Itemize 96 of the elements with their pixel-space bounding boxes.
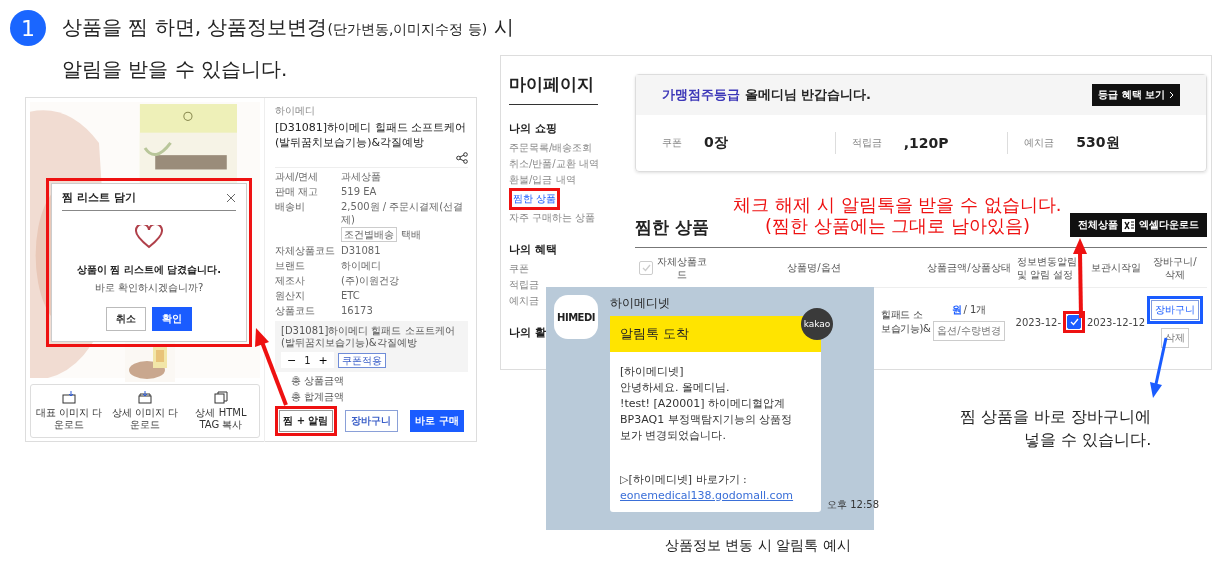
stat-value: 0장 — [704, 134, 728, 152]
info-label: 상품코드 — [275, 304, 316, 317]
share-icon[interactable] — [456, 152, 468, 164]
checkbox[interactable] — [639, 260, 653, 275]
stored-date: 2023-12-12 — [1085, 316, 1147, 328]
sidebar-item[interactable]: 취소/반품/교환 내역 — [509, 156, 599, 172]
info-value: ETC — [341, 289, 360, 302]
stat-label: 적립금 — [851, 136, 882, 150]
sidebar-item[interactable]: 쿠폰 — [509, 261, 529, 277]
section-heading: 나의 쇼핑 — [509, 121, 557, 136]
info-note: 택배 — [401, 228, 421, 241]
info-label: 판매 재고 — [275, 185, 320, 198]
message-line: ▷[하이메디넷] 바로가기 : — [620, 472, 748, 488]
product-title: [D31081]하이메디 힐패드 소프트케어(발뒤꿈치보습기능)&각질예방 — [275, 120, 468, 150]
info-value: 519 EA — [341, 185, 377, 198]
column-header: 상품명/옵션 — [786, 261, 842, 274]
download-button[interactable]: 대표 이미지 다운로드 — [31, 391, 107, 431]
info-value: 과세상품 — [341, 170, 381, 183]
message-line: !test! [A20001] 하이메디혈압계 — [620, 396, 787, 412]
total-label: 총 합계금액 — [291, 390, 346, 404]
welcome-message: 가맹점주등급 올메디님 반갑습니다. — [662, 86, 871, 104]
info-label: 브랜드 — [275, 259, 306, 272]
wishlist-heading: 찜한 상품 — [635, 216, 710, 239]
sidebar-item[interactable]: 자주 구매하는 상품 — [509, 210, 596, 226]
cart-button[interactable]: 장바구니 — [344, 410, 399, 432]
message-link[interactable]: eonemedical138.godomall.com — [620, 488, 811, 504]
info-label: 제조사 — [275, 274, 306, 287]
step-text: 상품을 찜 하면, 상품정보변경(단가변동,이미지수정 등) 시 — [62, 14, 514, 41]
mypage-title: 마이페이지 — [509, 72, 598, 105]
brand-name: 하이메디 — [275, 104, 316, 118]
add-to-cart-button[interactable]: 장바구니 — [1151, 300, 1199, 320]
info-value: 하이메디 — [341, 259, 381, 272]
message-line: 안녕하세요. 올메디님. — [620, 380, 731, 396]
grade-benefit-button[interactable]: 등급 혜택 보기 — [1092, 84, 1180, 106]
sender-name: 하이메디넷 — [610, 295, 671, 312]
sidebar-item[interactable]: 주문목록/배송조회 — [509, 140, 593, 156]
download-icon — [62, 391, 76, 404]
product-name: 힐패드 소 보습기능)& — [881, 308, 931, 336]
column-header: 보관시작일 — [1090, 261, 1142, 274]
download-button[interactable]: 상세 HTML TAG 복사 — [183, 391, 259, 431]
buy-now-button[interactable]: 바로 구매 — [410, 410, 464, 432]
spreadsheet-icon — [1122, 218, 1135, 232]
quantity: / 1개 — [963, 303, 987, 317]
chevron-icon — [1169, 91, 1174, 99]
message-line: BP3AQ1 부정맥탐지기능의 상품정 — [620, 412, 794, 428]
info-label: 과세/면세 — [275, 170, 320, 183]
message-line: [하이메디넷] — [620, 364, 685, 380]
message-time: 오후 12:58 — [827, 498, 879, 512]
stat-label: 예치금 — [1024, 136, 1055, 150]
info-value: 16173 — [341, 304, 373, 317]
quantity-stepper[interactable]: − 1 + — [281, 352, 334, 368]
coupon-button[interactable]: 쿠폰적용 — [337, 352, 386, 368]
arrow — [1150, 337, 1168, 398]
logo: HIMEDI — [557, 311, 595, 323]
changed-date: 2023-12- — [1015, 316, 1061, 328]
copy-icon — [214, 391, 228, 404]
price: 원 — [951, 303, 962, 317]
tip-text: 찜 상품을 바로 장바구니에 — [960, 406, 1152, 428]
info-label: 배송비 — [275, 200, 306, 214]
stat-label: 쿠폰 — [662, 136, 682, 150]
download-button[interactable]: 상세 이미지 다운로드 — [107, 391, 183, 431]
section-heading: 나의 활 — [509, 325, 546, 340]
stat-value: 530원 — [1076, 134, 1120, 152]
option-name: [D31081]하이메디 힐패드 소프트케어(발뒤꿈치보습기능)&각질예방 — [281, 325, 456, 349]
quantity-value: 1 — [304, 354, 311, 366]
plus-button[interactable]: + — [318, 353, 328, 367]
stat-value: ,120P — [903, 135, 949, 151]
step-text: 알림을 받을 수 있습니다. — [62, 56, 289, 83]
info-value: D31081 — [341, 244, 381, 257]
column-header: 자체상품코드 — [657, 254, 707, 281]
info-label: 원산지 — [275, 289, 306, 302]
total-label: 총 상품금액 — [291, 374, 346, 388]
notice-text: 체크 해제 시 알림톡을 받을 수 없습니다. (찜한 상품에는 그대로 남아있음) — [732, 194, 1063, 236]
message-line: 보가 변경되었습니다. — [620, 428, 727, 444]
option-change-button[interactable]: 옵션/수량변경 — [933, 321, 1005, 341]
info-value: 2,500원 / 주문시결제(선결제) — [341, 200, 465, 226]
column-header: 정보변동알림 및 알림 설정 — [1017, 254, 1078, 281]
download-icon — [138, 391, 152, 404]
delete-button[interactable]: 삭제 — [1161, 328, 1189, 348]
tip-text: 넣을 수 있습니다. — [1024, 429, 1152, 451]
sidebar-item[interactable]: 적립금 — [509, 277, 539, 293]
step-number: 1 — [10, 10, 46, 46]
sidebar-item[interactable]: 예치금 — [509, 293, 539, 309]
kakao-badge: kakao — [801, 308, 833, 340]
shipping-tag: 조건별배송 — [341, 227, 397, 242]
minus-button[interactable]: − — [287, 353, 297, 367]
sidebar-item[interactable]: 찜한 상품 — [513, 191, 557, 207]
caption: 상품정보 변동 시 알림톡 예시 — [665, 537, 851, 555]
sidebar-item[interactable]: 환불/입금 내역 — [509, 172, 576, 188]
column-header: 상품금액/상품상태 — [926, 261, 1012, 274]
wish-alert-button[interactable]: 찜 + 알림 — [279, 410, 333, 432]
excel-download-button[interactable]: 전체상품 엑셀다운로드 — [1070, 213, 1207, 237]
section-heading: 나의 혜택 — [509, 242, 557, 257]
info-value: (주)이원건강 — [341, 274, 399, 287]
column-header: 장바구니/ 삭제 — [1152, 254, 1198, 281]
info-label: 자체상품코드 — [275, 244, 336, 257]
